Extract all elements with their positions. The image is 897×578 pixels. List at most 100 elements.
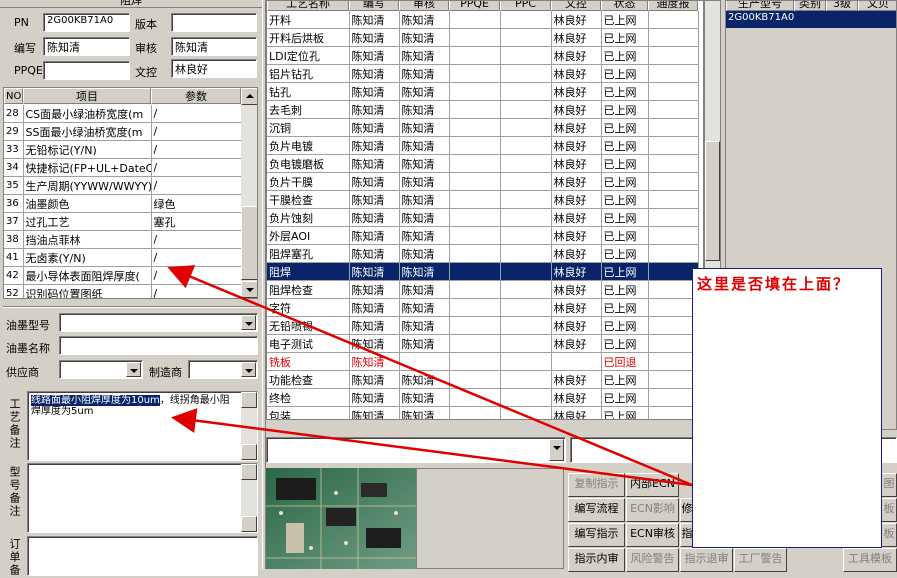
process-header-5[interactable]: 文控 — [551, 1, 601, 11]
risk-warning-button[interactable]: 风险警告 — [626, 548, 679, 572]
version-field[interactable] — [171, 13, 257, 32]
process-header-7[interactable]: 通度报 — [648, 1, 698, 11]
param-row[interactable]: 28 CS面最小绿油桥宽度(m / — [4, 105, 242, 123]
process-row[interactable]: 电子测试 陈知清 陈知清 林良好 已上网 — [267, 334, 699, 353]
chevron-down-icon[interactable] — [241, 362, 256, 377]
process-row[interactable]: LDI定位孔 陈知清 陈知清 林良好 已上网 — [267, 46, 699, 65]
process-row[interactable]: 去毛刺 陈知清 陈知清 林良好 已上网 — [267, 100, 699, 119]
process-header-4[interactable]: PPC — [500, 1, 551, 11]
model-header-category[interactable]: 类别 — [794, 1, 826, 11]
write-instruction-button[interactable]: 编写指示 — [568, 523, 625, 547]
param-cell-value: / — [151, 140, 242, 159]
scroll-down-button[interactable] — [241, 444, 257, 460]
chevron-down-icon[interactable] — [549, 439, 564, 461]
scroll-up-button[interactable] — [241, 464, 257, 480]
process-row[interactable]: 铣板 陈知清 已回退 — [267, 352, 699, 371]
model-remark-scrollbar[interactable] — [241, 464, 257, 532]
param-row[interactable]: 35 生产周期(YYWW/WWYY) / — [4, 176, 242, 195]
process-header-1[interactable]: 编写 — [349, 1, 399, 11]
param-row[interactable]: 52 识别码位置图纸 / — [4, 284, 242, 298]
process-row[interactable]: 负片蚀刻 陈知清 陈知清 林良好 已上网 — [267, 208, 699, 227]
param-row[interactable]: 29 SS面最小绿油桥宽度(m / — [4, 122, 242, 141]
param-row[interactable]: 37 过孔工艺 塞孔 — [4, 212, 242, 231]
process-row[interactable]: 开料后烘板 陈知清 陈知清 林良好 已上网 — [267, 28, 699, 47]
process-row[interactable]: 字符 陈知清 陈知清 林良好 已上网 — [267, 298, 699, 317]
process-row[interactable]: 开料 陈知清 陈知清 林良好 已上网 — [267, 11, 699, 29]
param-row[interactable]: 38 挡油点菲林 / — [4, 230, 242, 249]
scroll-down-button[interactable] — [241, 516, 257, 532]
process-row[interactable]: 沉铜 陈知清 陈知清 林良好 已上网 — [267, 118, 699, 137]
process-cell-name: 字符 — [267, 298, 350, 317]
param-row[interactable]: 41 无卤素(Y/N) / — [4, 248, 242, 267]
copy-instruction-button[interactable]: 复制指示 — [568, 473, 625, 497]
process-header-0[interactable]: 工艺名称 — [267, 1, 349, 11]
ppqe-field[interactable] — [43, 61, 130, 80]
ink-type-select[interactable] — [59, 313, 258, 332]
process-row[interactable]: 阻焊塞孔 陈知清 陈知清 林良好 已上网 — [267, 244, 699, 263]
param-table-scrollbar[interactable] — [241, 88, 257, 298]
process-cell-name: 包装 — [267, 406, 350, 419]
param-header-no[interactable]: NO — [4, 88, 23, 104]
process-row[interactable]: 包装 陈知清 陈知清 林良好 已上网 — [267, 406, 699, 419]
ecn-impact-button[interactable]: ECN影响 — [626, 498, 679, 522]
instruction-internal-review-button[interactable]: 指示内审 — [568, 548, 625, 572]
param-header-item[interactable]: 项目 — [23, 88, 151, 104]
internal-ecn-button[interactable]: 内部ECN — [626, 473, 679, 497]
scroll-thumb[interactable] — [241, 206, 257, 280]
process-row[interactable]: 钻孔 陈知清 陈知清 林良好 已上网 — [267, 82, 699, 101]
scroll-thumb[interactable] — [705, 141, 720, 261]
scroll-down-button[interactable] — [241, 281, 257, 298]
chevron-down-icon[interactable] — [126, 362, 141, 377]
bottom-combo[interactable] — [266, 437, 566, 463]
param-row[interactable]: 42 最小导体表面阻焊厚度(/ — [4, 266, 242, 285]
process-row[interactable]: 铝片钻孔 陈知清 陈知清 林良好 已上网 — [267, 64, 699, 83]
process-row[interactable]: 终检 陈知清 陈知清 林良好 已上网 — [267, 388, 699, 407]
pn-field[interactable]: 2G00KB71A0 — [43, 13, 130, 32]
process-cell-writer: 陈知清 — [349, 244, 400, 263]
supplier-select[interactable] — [59, 360, 143, 379]
scroll-up-button[interactable] — [241, 392, 257, 408]
ink-name-field[interactable] — [59, 336, 258, 355]
image-button[interactable]: 图 — [881, 473, 897, 497]
doc-control-field[interactable]: 林良好 — [171, 59, 257, 78]
write-flow-button[interactable]: 编写流程 — [568, 498, 625, 522]
model-header-level[interactable]: 3级 — [826, 1, 858, 11]
param-row[interactable]: 34 快捷标记(FP+UL+DateCo / — [4, 158, 242, 177]
process-header-2[interactable]: 审核 — [399, 1, 449, 11]
model-row[interactable]: 2G00KB71A0 — [726, 11, 896, 28]
process-row[interactable]: 负片干膜 陈知清 陈知清 林良好 已上网 — [267, 172, 699, 191]
process-row[interactable]: 无铅喷锡 陈知清 陈知清 林良好 已上网 — [267, 316, 699, 335]
process-remark-textarea[interactable]: 线路面最小阻焊厚度为10um，线拐角最小阻焊厚度为5um — [27, 391, 258, 461]
order-remark-textarea[interactable] — [27, 536, 258, 576]
process-row[interactable]: 外层AOI 陈知清 陈知清 林良好 已上网 — [267, 226, 699, 245]
process-row[interactable]: 功能检查 陈知清 陈知清 林良好 已上网 — [267, 370, 699, 389]
model-header-name[interactable]: 生产型号 — [726, 1, 794, 11]
maker-select[interactable] — [188, 360, 258, 379]
scroll-up-button[interactable] — [241, 88, 257, 105]
template-button-b[interactable]: 板 — [881, 523, 897, 547]
chevron-down-icon[interactable] — [241, 315, 256, 330]
remark-scrollbar[interactable] — [241, 392, 257, 460]
factory-warning-button[interactable]: 工厂警告 — [734, 548, 787, 572]
model-header-doc[interactable]: 文贝 — [858, 1, 896, 11]
param-header-value[interactable]: 参数 — [151, 88, 241, 104]
reviewer-field[interactable]: 陈知清 — [171, 37, 257, 56]
process-row[interactable]: 干膜检查 陈知清 陈知清 林良好 已上网 — [267, 190, 699, 209]
ecn-review-button[interactable]: ECN审核 — [626, 523, 679, 547]
process-cell-reviewer: 陈知清 — [399, 226, 450, 245]
process-row[interactable]: 负片电镀 陈知清 陈知清 林良好 已上网 — [267, 136, 699, 155]
param-row[interactable]: 33 无铅标记(Y/N) / — [4, 140, 242, 159]
writer-field[interactable]: 陈知清 — [43, 37, 130, 56]
template-button-a[interactable]: 板 — [881, 498, 897, 522]
process-cell-reviewer: 陈知清 — [399, 388, 450, 407]
process-row[interactable]: 阻焊 陈知清 陈知清 林良好 已上网 — [267, 262, 699, 281]
model-remark-textarea[interactable] — [27, 463, 258, 533]
param-row[interactable]: 36 油墨颜色 绿色 — [4, 194, 242, 213]
instruction-return-button[interactable]: 指示退审 — [680, 548, 733, 572]
process-header-3[interactable]: PPQE — [449, 1, 500, 11]
process-cell-ppqe — [449, 190, 501, 209]
process-header-6[interactable]: 状态 — [601, 1, 648, 11]
tool-template-button[interactable]: 工具模板 — [843, 548, 897, 572]
process-row[interactable]: 负电镀磨板 陈知清 陈知清 林良好 已上网 — [267, 154, 699, 173]
process-row[interactable]: 阻焊检查 陈知清 陈知清 林良好 已上网 — [267, 280, 699, 299]
